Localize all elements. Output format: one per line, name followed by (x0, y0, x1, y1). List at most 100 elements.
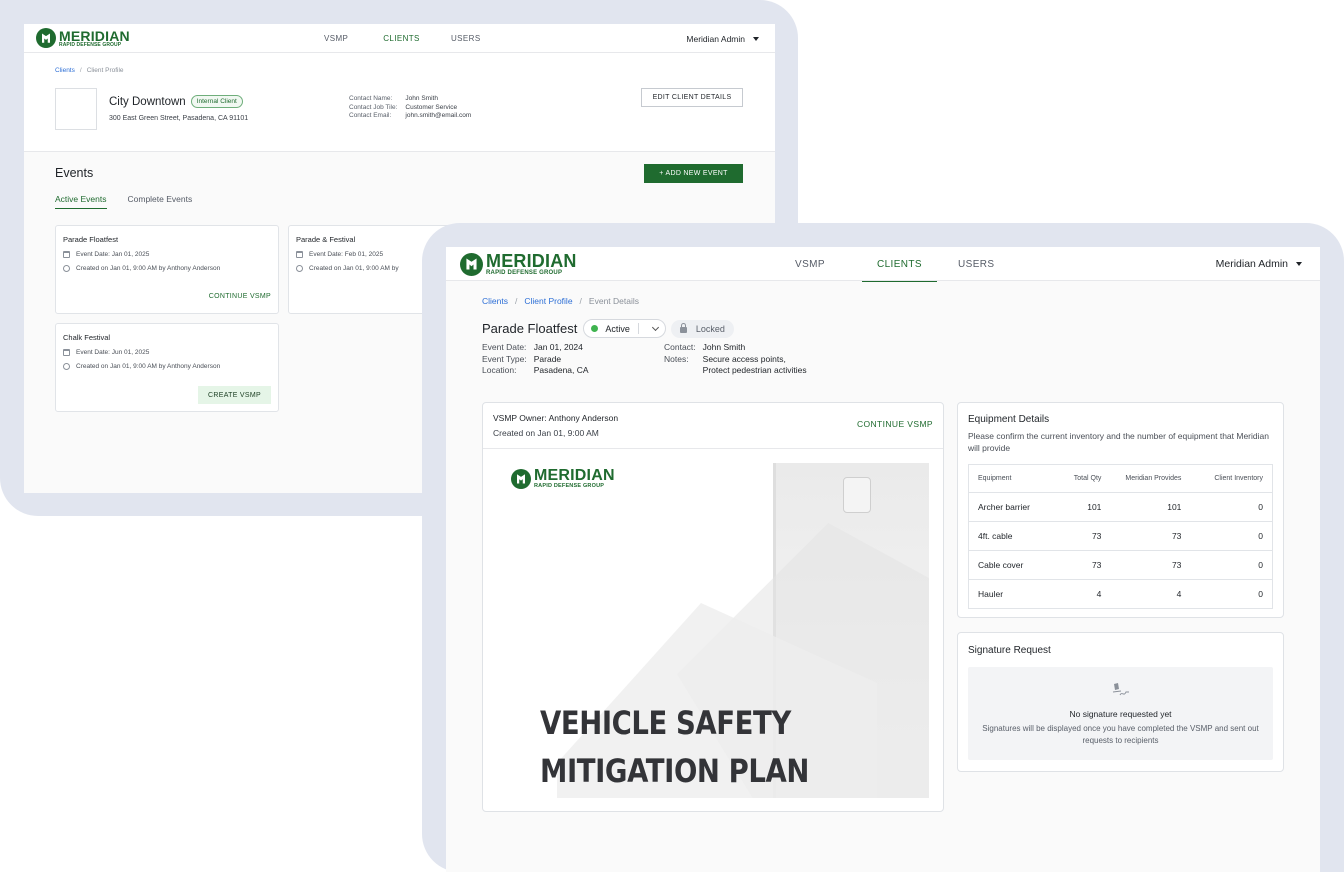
event-card[interactable]: Parade Floatfest Event Date: Jan 01, 202… (55, 225, 279, 314)
breadcrumb-current: Event Details (588, 296, 640, 306)
notes-label: Notes: (664, 353, 689, 364)
calendar-icon (296, 251, 303, 258)
event-date-label: Event Date: (482, 342, 527, 352)
continue-vsmp-button[interactable]: CONTINUE VSMP (201, 288, 271, 304)
vsmp-created: Created on Jan 01, 9:00 AM (493, 428, 599, 438)
event-card-date: Event Date: Feb 01, 2025 (309, 251, 384, 258)
table-cell: 4 (1176, 589, 1182, 599)
table-cell: 73 (1110, 521, 1191, 551)
table-cell: 0 (1190, 521, 1273, 551)
vsmp-panel: VSMP Owner: Anthony Anderson Created on … (482, 402, 944, 812)
table-cell: Archer barrier (968, 492, 1055, 522)
equipment-title: Equipment Details (968, 414, 1050, 425)
contact-email-label: Contact Email: (349, 112, 392, 119)
breadcrumb: Clients / Client Profile (55, 67, 124, 74)
user-menu-label: Meridian Admin (1215, 258, 1288, 270)
event-card-created: Created on Jan 01, 9:00 AM by Anthony An… (76, 265, 221, 272)
nav-clients[interactable]: CLIENTS (862, 247, 937, 282)
edit-client-details-button[interactable]: EDIT CLIENT DETAILS (641, 88, 743, 107)
nav-vsmp[interactable]: VSMP (324, 24, 350, 53)
vsmp-cover-preview[interactable]: MERIDIAN RAPID DEFENSE GROUP VEHICLE SAF… (497, 463, 929, 798)
cover-title: VEHICLE SAFETY MITIGATION PLAN (540, 699, 809, 795)
event-card-date: Event Date: Jan 01, 2025 (76, 251, 150, 258)
table-cell: 4 (1096, 589, 1102, 599)
nav-clients[interactable]: CLIENTS (383, 24, 420, 54)
client-address: 300 East Green Street, Pasadena, CA 9110… (109, 115, 249, 122)
table-cell: Hauler (978, 589, 1004, 599)
internal-client-badge: Internal Client (190, 95, 243, 108)
add-new-event-button[interactable]: + ADD NEW EVENT (644, 164, 743, 183)
calendar-icon (63, 349, 70, 356)
meridian-logo-icon (511, 468, 531, 489)
nav-users[interactable]: USERS (958, 247, 994, 281)
equipment-table: Equipment Total Qty Meridian Provides Cl… (968, 464, 1273, 609)
table-row: 4ft. cable 73 73 0 (968, 521, 1273, 551)
event-card-created: Created on Jan 01, 9:00 AM by Anthony An… (76, 363, 221, 370)
event-tabs: Active Events Complete Events (55, 194, 193, 209)
signature-title: Signature Request (968, 645, 1051, 656)
event-title-row: Parade Floatfest Active Locked (482, 319, 734, 338)
event-title: Parade Floatfest (482, 321, 578, 336)
status-value: Active (605, 323, 630, 334)
vsmp-header: VSMP Owner: Anthony Anderson Created on … (483, 403, 943, 449)
table-cell: 73 (1054, 521, 1111, 551)
client-name: City Downtown (109, 95, 186, 108)
equipment-panel: Equipment Details Please confirm the cur… (957, 402, 1284, 618)
location-label: Location: (482, 365, 517, 375)
tab-complete-events[interactable]: Complete Events (128, 194, 193, 204)
client-logo-placeholder (55, 88, 97, 130)
user-menu[interactable]: Meridian Admin (686, 34, 759, 44)
user-menu-label: Meridian Admin (686, 34, 745, 44)
meridian-logo-icon (36, 28, 56, 48)
chevron-down-icon (651, 323, 659, 331)
meridian-logo[interactable]: MERIDIAN RAPID DEFENSE GROUP (36, 28, 130, 48)
event-type-value: Parade (533, 353, 562, 364)
meridian-logo-icon (460, 252, 483, 276)
caret-down-icon (1296, 262, 1302, 266)
breadcrumb-clients[interactable]: Clients (55, 67, 75, 74)
events-heading: Events (55, 166, 94, 180)
event-card-title: Chalk Festival (63, 333, 111, 342)
notes-value-line1: Secure access points, (702, 353, 786, 364)
breadcrumb-client-profile[interactable]: Client Profile (524, 296, 572, 306)
contact-value: John Smith (702, 342, 746, 352)
signature-empty-title: No signature requested yet (1069, 709, 1172, 719)
event-info-right: Contact: John Smith Notes: Secure access… (664, 342, 807, 375)
top-nav: MERIDIAN RAPID DEFENSE GROUP VSMP CLIENT… (446, 247, 1320, 282)
logo-name: MERIDIAN (59, 27, 130, 44)
event-details-screen: MERIDIAN RAPID DEFENSE GROUP VSMP CLIENT… (446, 247, 1320, 872)
cover-title-line2: MITIGATION PLAN (540, 752, 809, 790)
nav-users[interactable]: USERS (451, 24, 481, 53)
nav-vsmp[interactable]: VSMP (795, 247, 825, 281)
logo-tagline: RAPID DEFENSE GROUP (59, 41, 122, 48)
contact-job-value: Customer Service (405, 103, 458, 111)
event-info-left: Event Date: Jan 01, 2024 Event Type: Par… (482, 342, 589, 375)
event-type-label: Event Type: (482, 353, 527, 364)
event-details-window-frame: MERIDIAN RAPID DEFENSE GROUP VSMP CLIENT… (422, 223, 1344, 872)
client-title: City Downtown Internal Client (109, 95, 243, 108)
logo-tagline: RAPID DEFENSE GROUP (486, 270, 563, 276)
table-cell: 0 (1258, 589, 1263, 599)
breadcrumb-clients[interactable]: Clients (482, 296, 508, 306)
meridian-logo[interactable]: MERIDIAN RAPID DEFENSE GROUP (460, 252, 577, 276)
event-card-date: Event Date: Jun 01, 2025 (76, 349, 150, 356)
create-vsmp-button[interactable]: CREATE VSMP (198, 386, 271, 404)
contact-job-label: Contact Job Tile: (349, 103, 398, 111)
cover-meridian-logo: MERIDIAN RAPID DEFENSE GROUP (511, 468, 615, 490)
caret-down-icon (753, 37, 759, 41)
notes-label-continued (664, 365, 696, 375)
table-row: Hauler 4 4 0 (969, 580, 1273, 609)
tab-active-events[interactable]: Active Events (55, 194, 107, 209)
locked-badge: Locked (670, 319, 734, 338)
signature-empty-state: No signature requested yet Signatures wi… (968, 667, 1273, 760)
user-menu[interactable]: Meridian Admin (1216, 258, 1302, 270)
contact-email-value: john.smith@email.com (405, 112, 472, 119)
column-header: Meridian Provides (1110, 464, 1191, 493)
continue-vsmp-button[interactable]: CONTINUE VSMP (857, 419, 933, 429)
event-card[interactable]: Chalk Festival Event Date: Jun 01, 2025 … (55, 323, 279, 412)
contact-details: Contact Name: John Smith Contact Job Til… (349, 95, 471, 119)
event-card-title: Parade Floatfest (63, 235, 119, 244)
event-date-value: Jan 01, 2024 (533, 342, 583, 352)
status-dropdown[interactable]: Active (583, 319, 666, 338)
clock-icon (63, 265, 70, 272)
